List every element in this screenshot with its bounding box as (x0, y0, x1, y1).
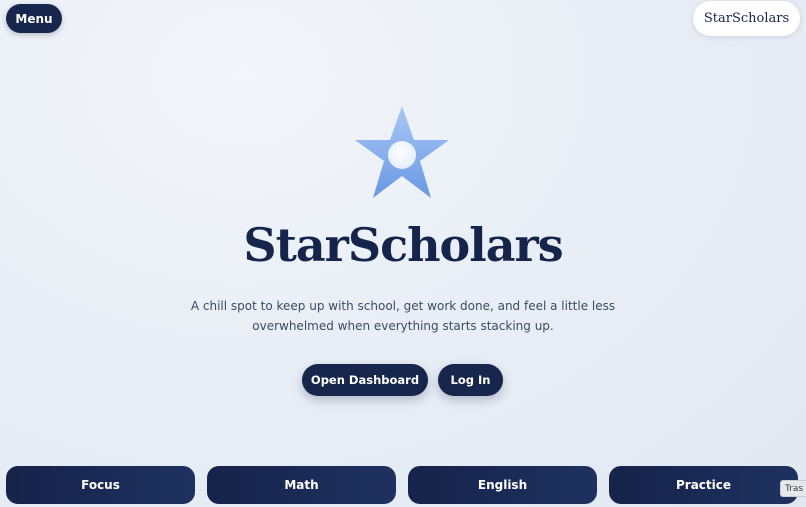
focus-button[interactable]: Focus (6, 466, 195, 504)
tagline-line-1: A chill spot to keep up with school, get… (190, 299, 616, 313)
menu-button[interactable]: Menu (6, 4, 62, 33)
trash-tab[interactable]: Tras (780, 480, 806, 497)
brand-button[interactable]: StarScholars (693, 1, 800, 36)
tagline-line-2: overwhelmed when everything starts stack… (252, 319, 554, 333)
math-button[interactable]: Math (207, 466, 396, 504)
tagline: A chill spot to keep up with school, get… (0, 296, 806, 336)
star-icon (354, 104, 450, 200)
practice-button[interactable]: Practice (609, 466, 798, 504)
english-button[interactable]: English (408, 466, 597, 504)
log-in-button[interactable]: Log In (438, 364, 503, 396)
open-dashboard-button[interactable]: Open Dashboard (302, 364, 428, 396)
page-title: StarScholars (243, 218, 563, 272)
